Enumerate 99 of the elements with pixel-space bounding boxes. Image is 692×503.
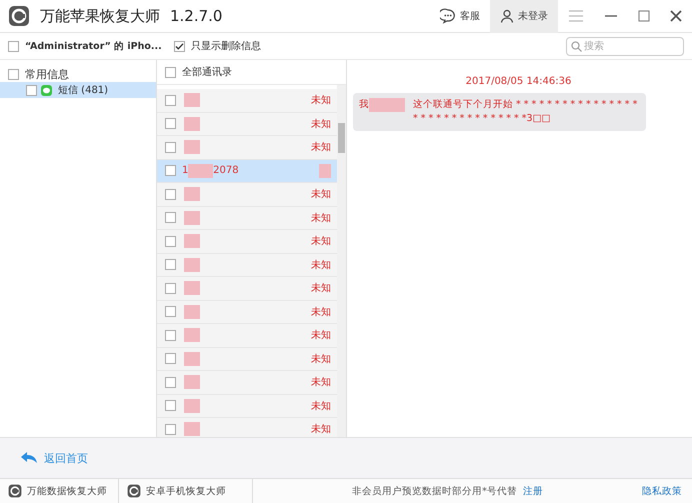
redacted-mark (184, 328, 200, 342)
checkbox[interactable] (165, 400, 176, 412)
contact-row[interactable]: 未知 (157, 324, 337, 348)
checkbox[interactable] (165, 259, 176, 270)
checkbox[interactable] (165, 236, 176, 247)
contact-row[interactable]: 未知 (157, 136, 337, 160)
status-text: 未知 (311, 422, 331, 436)
checkbox[interactable] (165, 353, 176, 364)
contact-row[interactable]: 未知 (157, 394, 337, 418)
message-timestamp: 2017/08/05 14:46:36 (464, 76, 572, 87)
checkbox[interactable] (165, 165, 176, 176)
checkbox[interactable] (174, 40, 185, 52)
chat-icon (440, 8, 456, 24)
redacted-mark (184, 93, 200, 108)
search-icon (571, 40, 582, 52)
status-text: 未知 (311, 376, 331, 390)
checkbox[interactable] (165, 424, 176, 435)
message-sender: 我 (359, 98, 369, 112)
checkbox[interactable] (165, 306, 176, 318)
contact-row[interactable]: 1 2078 (157, 160, 337, 183)
redacted-mark (184, 422, 200, 436)
back-arrow-icon (20, 451, 38, 465)
message-text: 这个联通号下个月开始 * * * * * * * * * * * * * * * * * * * * * * * * * * * * * * *3□□ (413, 98, 638, 126)
status-text: 未知 (311, 328, 331, 342)
redacted-mark (188, 164, 214, 178)
contact-row[interactable]: 未知 (157, 254, 337, 277)
status-text: 未知 (311, 258, 331, 272)
tree-item[interactable]: 常用信息 (0, 66, 156, 82)
redacted-mark (184, 140, 200, 154)
account-button[interactable]: 未登录 (490, 0, 558, 32)
message-icon (41, 84, 52, 96)
checkbox[interactable] (26, 84, 37, 96)
redacted-mark (184, 116, 200, 131)
contact-row[interactable]: 未知 (157, 300, 337, 324)
status-text: 未知 (311, 140, 331, 154)
status-text: 未知 (311, 94, 331, 108)
status-text: 未知 (311, 282, 331, 296)
status-text: 未知 (311, 234, 331, 248)
notice-text: 非会员用户预览数据时部分用*号代替 (352, 484, 517, 498)
contact-row[interactable]: 未知 (157, 348, 337, 371)
checkbox[interactable] (165, 376, 176, 388)
version-label: 1.2.7.0 (170, 7, 222, 25)
contact-name-end: 2078 (213, 165, 239, 176)
status-text: 未知 (311, 400, 331, 413)
contact-row[interactable]: 未知 (157, 230, 337, 254)
redacted-mark (184, 234, 200, 248)
all-contacts-label: 全部通讯录 (182, 66, 232, 79)
checkbox[interactable] (165, 118, 176, 130)
checkbox[interactable] (165, 282, 176, 294)
checkbox[interactable] (8, 68, 19, 80)
service-button[interactable]: 客服 (430, 0, 490, 32)
redacted-mark (184, 398, 200, 413)
contact-row[interactable]: 未知 (157, 206, 337, 230)
contact-row[interactable]: 未知 (157, 112, 337, 136)
app-logo-icon (8, 5, 30, 27)
contact-row[interactable]: 未知 (157, 277, 337, 300)
checkbox[interactable] (165, 94, 176, 106)
checkbox[interactable] (165, 330, 176, 341)
redacted-mark (184, 304, 200, 319)
tree-item[interactable]: 短信 (481) (0, 82, 156, 98)
close-icon (670, 10, 682, 22)
checkbox[interactable] (165, 142, 176, 153)
contact-row[interactable]: 未知 (157, 418, 337, 437)
app-link[interactable]: 万能数据恢复大师 (0, 478, 119, 503)
checkbox[interactable] (165, 188, 176, 200)
contact-row[interactable]: 未知 (157, 89, 337, 112)
app-logo-icon (8, 484, 22, 498)
scrollbar[interactable] (337, 85, 346, 437)
maximize-icon (638, 10, 650, 22)
privacy-link[interactable]: 隐私政策 (642, 484, 682, 498)
redacted-mark (369, 98, 405, 112)
app-link[interactable]: 安卓手机恢复大师 (119, 478, 253, 503)
status-text: 未知 (311, 188, 331, 202)
contact-row[interactable]: 未知 (157, 183, 337, 206)
app-logo-icon (127, 484, 141, 498)
device-label: “Administrator” 的 iPho... (25, 40, 162, 52)
search-field[interactable]: 搜索 (566, 36, 684, 56)
register-link[interactable]: 注册 (522, 484, 543, 498)
status-text: 未知 (311, 306, 331, 319)
checkbox[interactable] (165, 212, 176, 224)
back-home-button[interactable]: 返回首页 (14, 450, 94, 466)
user-icon (500, 9, 514, 23)
contact-row[interactable]: 未知 (157, 371, 337, 394)
checkbox[interactable] (165, 66, 176, 78)
redacted-mark (184, 187, 200, 202)
redacted-mark (184, 375, 200, 390)
status-text: 未知 (311, 118, 331, 131)
contact-name-start: 1 (182, 165, 188, 176)
status-text: 未知 (311, 212, 331, 225)
redacted-mark (184, 258, 200, 272)
menu-icon (568, 10, 584, 22)
redacted-mark (184, 281, 200, 296)
deleted-only-label: 只显示删除信息 (190, 40, 261, 53)
window-title: 万能苹果恢复大师 (40, 6, 160, 26)
checkbox[interactable] (8, 40, 19, 52)
redacted-mark (184, 210, 200, 225)
redacted-mark (318, 164, 331, 178)
status-text: 未知 (311, 352, 331, 366)
redacted-mark (184, 352, 200, 366)
